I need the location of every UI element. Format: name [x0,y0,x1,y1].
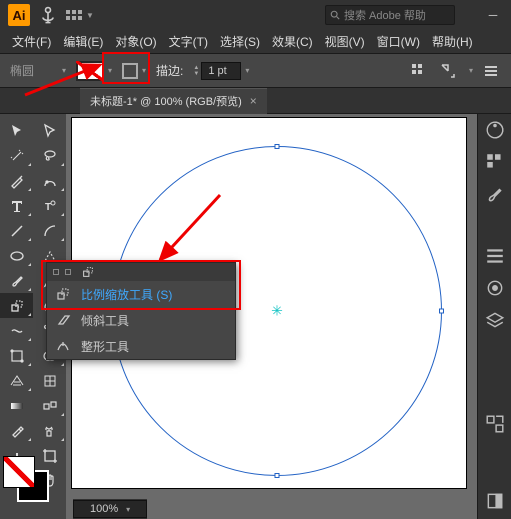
flyout-shear-tool[interactable]: 倾斜工具 [47,307,235,333]
shape-dropdown[interactable]: ▾ [62,66,66,75]
search-placeholder: 搜索 Adobe 帮助 [344,7,426,23]
graphic-styles-panel-icon[interactable] [485,278,505,298]
eyedropper-tool[interactable] [0,418,33,443]
direct-selection-tool[interactable] [33,118,66,143]
stroke-label: 描边: [156,62,183,79]
libraries-panel-icon[interactable] [485,414,505,434]
mesh-tool[interactable] [33,368,66,393]
scale-tool[interactable] [0,293,33,318]
type-tool[interactable] [0,193,33,218]
menu-effect[interactable]: 效果(C) [268,31,317,52]
selection-tool[interactable] [0,118,33,143]
anchor-point[interactable] [275,473,280,478]
gradient-tool[interactable] [0,393,33,418]
symbol-sprayer-tool[interactable] [33,418,66,443]
layers-panel-icon[interactable] [485,310,505,330]
stroke-panel-icon[interactable] [485,246,505,266]
lasso-tool[interactable] [33,143,66,168]
color-panel-icon[interactable] [485,120,505,140]
panel-menu-icon[interactable] [483,62,501,80]
expand-dock-icon[interactable] [485,491,505,511]
fill-swatch[interactable]: ▾ [76,61,112,81]
fill-stroke-proxy[interactable] [3,456,49,502]
free-transform-tool[interactable] [0,343,33,368]
close-icon[interactable]: × [250,94,257,108]
menu-edit[interactable]: 编辑(E) [59,31,107,52]
perspective-grid-tool[interactable] [0,368,33,393]
fill-proxy[interactable] [3,456,35,488]
anchor-icon[interactable] [38,5,58,25]
swatches-panel-icon[interactable] [485,152,505,172]
stroke-swatch[interactable]: ▾ [122,63,146,79]
touch-type-tool[interactable]: T [33,193,66,218]
magic-wand-tool[interactable] [0,143,33,168]
blend-tool[interactable] [33,393,66,418]
center-point-icon: ✳ [271,303,283,320]
isolate-icon[interactable] [439,62,457,80]
menu-type[interactable]: 文字(T) [165,31,212,52]
anchor-point[interactable] [275,144,280,149]
ellipse-tool[interactable] [0,243,33,268]
menu-select[interactable]: 选择(S) [216,31,264,52]
stroke-weight[interactable]: ▲▼ 1 pt ▾ [193,62,249,80]
menu-view[interactable]: 视图(V) [321,31,369,52]
width-tool[interactable] [0,318,33,343]
flyout-handle[interactable] [47,263,235,281]
flyout-scale-tool[interactable]: 比例缩放工具 (S) [47,281,235,307]
flyout-reshape-tool[interactable]: 整形工具 [47,333,235,359]
menu-object[interactable]: 对象(O) [111,31,160,52]
document-title: 未标题-1* @ 100% (RGB/预览) [90,93,242,109]
align-icon[interactable] [411,62,429,80]
menu-help[interactable]: 帮助(H) [428,31,477,52]
menu-file[interactable]: 文件(F) [8,31,55,52]
right-panel-dock [477,114,511,519]
tool-flyout-menu: 比例缩放工具 (S) 倾斜工具 整形工具 [46,262,236,360]
shape-name: 椭圆 [10,62,50,79]
document-tab[interactable]: 未标题-1* @ 100% (RGB/预览) × [80,88,267,114]
curvature-tool[interactable] [33,168,66,193]
pen-tool[interactable] [0,168,33,193]
paintbrush-tool[interactable] [0,268,33,293]
help-search[interactable]: 搜索 Adobe 帮助 [325,5,455,25]
line-tool[interactable] [0,218,33,243]
anchor-point[interactable] [439,309,444,314]
arc-tool[interactable] [33,218,66,243]
minimize-icon[interactable]: ─ [483,5,503,25]
workspace-switcher[interactable]: ▼ [66,10,94,20]
brushes-panel-icon[interactable] [485,184,505,204]
app-logo: Ai [8,4,30,26]
menu-window[interactable]: 窗口(W) [373,31,424,52]
svg-text:T: T [45,202,51,213]
zoom-level[interactable]: 100%▾ [73,500,147,518]
